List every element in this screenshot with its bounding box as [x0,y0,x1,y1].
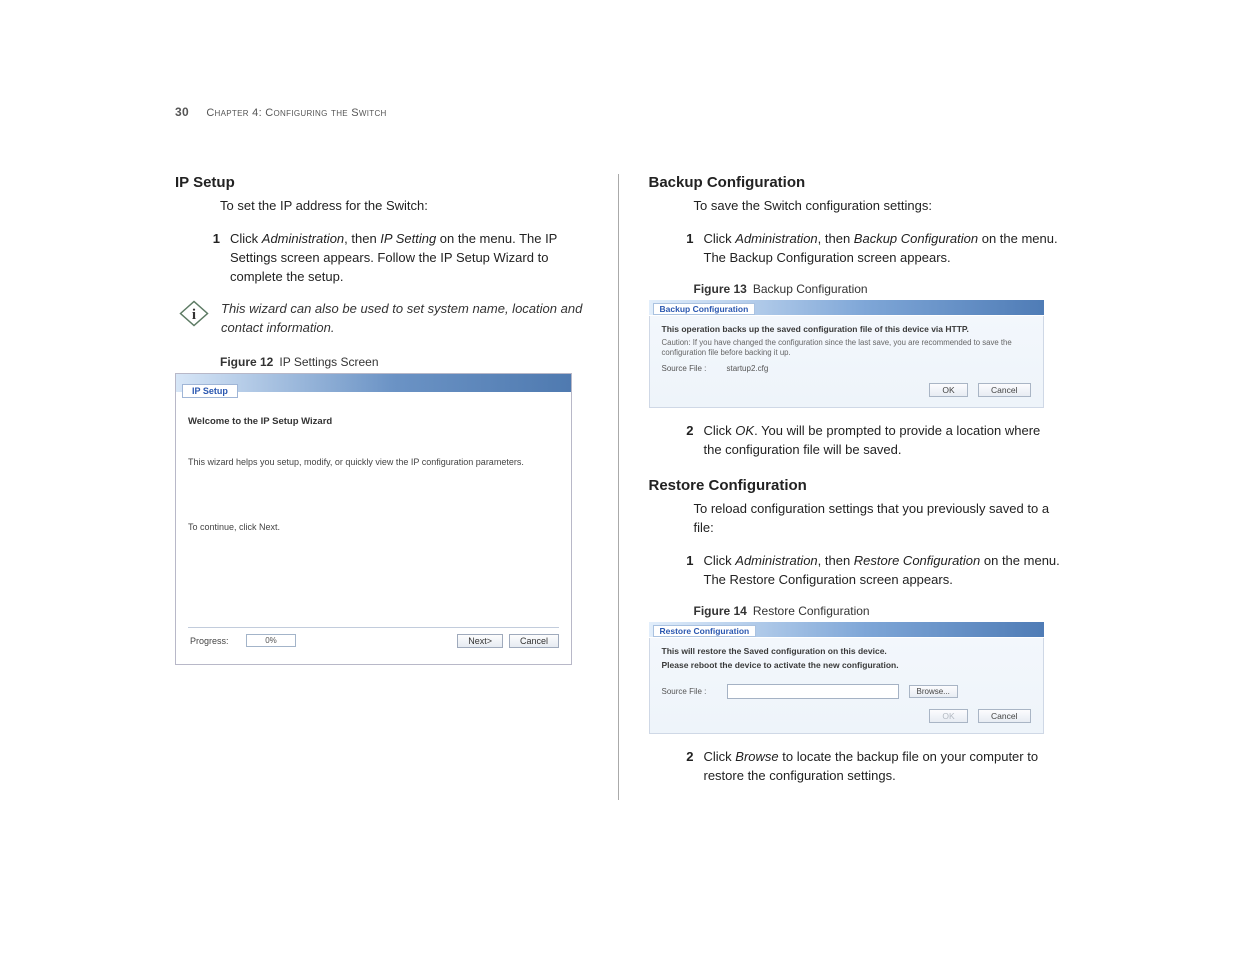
ok-button[interactable]: OK [929,709,967,723]
wizard-description: This wizard helps you setup, modify, or … [188,457,559,467]
browse-button[interactable]: Browse... [909,685,958,698]
button-row: OK Cancel [662,709,1031,723]
restore-config-heading: Restore Configuration [649,477,1061,494]
source-file-input[interactable] [727,684,899,699]
source-file-row: Source File : startup2.cfg [662,364,1031,373]
two-column-layout: IP Setup To set the IP address for the S… [175,174,1060,800]
step-number: 2 [669,748,704,786]
running-header: 30 Chapter 4: Configuring the Switch [175,105,1060,119]
svg-text:i: i [192,307,196,323]
step-number: 1 [669,230,704,268]
figure-14-caption: Figure 14Restore Configuration [694,604,1061,618]
document-page: 30 Chapter 4: Configuring the Switch IP … [0,0,1235,954]
ip-setup-step-1: 1 Click Administration, then IP Setting … [175,230,588,287]
backup-caution: Caution: If you have changed the configu… [662,338,1031,358]
restore-step-1: 1 Click Administration, then Restore Con… [649,552,1061,590]
tip-text: This wizard can also be used to set syst… [221,300,588,336]
cancel-button[interactable]: Cancel [509,634,559,648]
right-column: Backup Configuration To save the Switch … [618,174,1061,800]
panel-tab[interactable]: Restore Configuration [653,625,757,637]
step-number: 1 [669,552,704,590]
backup-intro: To save the Switch configuration setting… [649,197,1061,216]
restore-intro: To reload configuration settings that yo… [649,500,1061,538]
ip-setup-intro: To set the IP address for the Switch: [175,197,588,216]
restore-line-2: Please reboot the device to activate the… [662,660,1031,670]
cancel-button[interactable]: Cancel [978,709,1030,723]
wizard-welcome: Welcome to the IP Setup Wizard [188,416,559,427]
info-icon: i [179,300,209,336]
page-number: 30 [175,105,189,119]
progress-bar: 0% [246,634,296,647]
step-content: Click Administration, then IP Setting on… [230,230,588,287]
wizard-tab[interactable]: IP Setup [182,384,238,398]
step-content: Click Administration, then Restore Confi… [704,552,1061,590]
progress-label: Progress: [188,636,242,646]
backup-config-heading: Backup Configuration [649,174,1061,191]
tip-callout: i This wizard can also be used to set sy… [175,300,588,336]
wizard-body: Welcome to the IP Setup Wizard This wiza… [176,404,571,664]
cancel-button[interactable]: Cancel [978,383,1030,397]
chapter-title: Chapter 4: Configuring the Switch [206,107,386,119]
source-file-label: Source File : [662,687,717,696]
next-button[interactable]: Next> [457,634,503,648]
wizard-footer: Progress: 0% Next> Cancel [188,634,559,656]
restore-step-2: 2 Click Browse to locate the backup file… [649,748,1061,786]
figure-12-caption: Figure 12IP Settings Screen [220,355,588,369]
restore-line-1: This will restore the Saved configuratio… [662,646,1031,656]
source-file-row: Source File : Browse... [662,684,1031,699]
left-column: IP Setup To set the IP address for the S… [175,174,618,800]
ip-setup-heading: IP Setup [175,174,588,191]
wizard-continue-hint: To continue, click Next. [188,522,559,532]
step-number: 2 [669,422,704,460]
restore-config-screenshot: Restore Configuration This will restore … [649,622,1044,734]
step-content: Click OK. You will be prompted to provid… [704,422,1061,460]
panel-body: This will restore the Saved configuratio… [649,638,1044,734]
step-number: 1 [195,230,230,287]
wizard-divider [188,627,559,628]
figure-13-caption: Figure 13Backup Configuration [694,282,1061,296]
source-file-value: startup2.cfg [727,364,769,373]
backup-step-1: 1 Click Administration, then Backup Conf… [649,230,1061,268]
backup-description: This operation backs up the saved config… [662,324,1031,334]
step-content: Click Administration, then Backup Config… [704,230,1061,268]
panel-body: This operation backs up the saved config… [649,316,1044,408]
ok-button[interactable]: OK [929,383,967,397]
panel-tab[interactable]: Backup Configuration [653,303,756,315]
step-content: Click Browse to locate the backup file o… [704,748,1061,786]
backup-config-screenshot: Backup Configuration This operation back… [649,300,1044,408]
button-row: OK Cancel [662,383,1031,397]
ip-setup-wizard-screenshot: IP Setup Welcome to the IP Setup Wizard … [175,373,572,665]
backup-step-2: 2 Click OK. You will be prompted to prov… [649,422,1061,460]
source-file-label: Source File : [662,364,717,373]
